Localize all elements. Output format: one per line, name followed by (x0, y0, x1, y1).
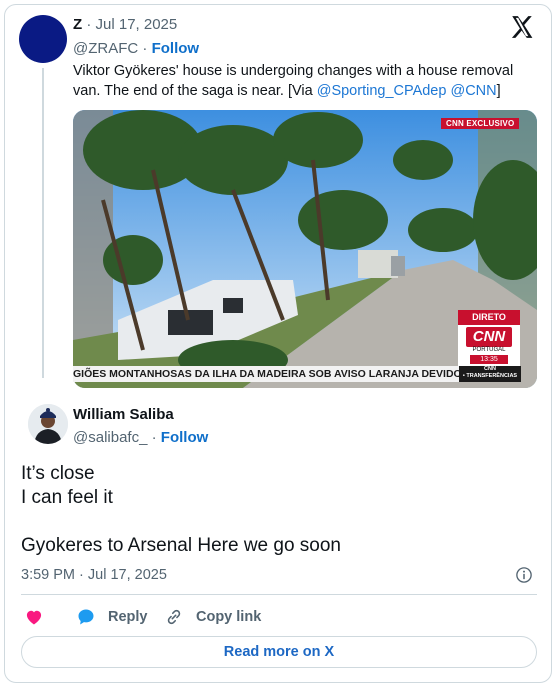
quoted-tweet-text: Viktor Gyökeres' house is undergoing cha… (73, 61, 528, 101)
quoted-author-name[interactable]: Z (73, 16, 82, 33)
info-icon[interactable] (515, 566, 533, 584)
cnn-logo: CNN (466, 327, 512, 347)
quoted-follow-button[interactable]: Follow (152, 40, 200, 57)
tweet-line: I can feel it (21, 487, 113, 508)
tweet-text: It’s close I can feel it Gyokeres to Ars… (21, 462, 521, 558)
x-logo-icon[interactable] (509, 14, 535, 40)
news-ticker: GIÕES MONTANHOSAS DA ILHA DA MADEIRA SOB… (73, 366, 459, 382)
author-name[interactable]: William Saliba (73, 406, 174, 423)
ticker-tag-cnn: CNN (484, 366, 496, 372)
cnn-exclusive-badge: CNN EXCLUSIVO (441, 118, 520, 129)
quoted-text-body: Viktor Gyökeres' house is undergoing cha… (73, 63, 514, 99)
quoted-author-line: Z · Jul 17, 2025 (73, 16, 178, 33)
quoted-avatar[interactable] (19, 15, 67, 63)
reply-button[interactable]: Reply (76, 607, 148, 627)
tweet-line: It’s close (21, 463, 95, 484)
cnn-logo-box: CNN PORTUGAL 13:35 (458, 325, 520, 366)
tweet-line (21, 510, 521, 534)
avatar-figure (28, 404, 68, 444)
cnn-time: 13:35 (470, 355, 508, 364)
link-icon (167, 609, 181, 625)
cnn-country: PORTUGAL (472, 347, 506, 353)
main-avatar[interactable] (28, 404, 68, 444)
follow-button[interactable]: Follow (161, 429, 209, 446)
reply-bubble-icon (78, 609, 94, 625)
ticker-tag-topic: • TRANSFERÊNCIAS (462, 373, 518, 379)
tweet-line: Gyokeres to Arsenal Here we go soon (21, 535, 342, 556)
reply-label: Reply (108, 609, 148, 625)
quoted-date[interactable]: Jul 17, 2025 (96, 16, 178, 33)
quoted-handle[interactable]: @ZRAFC (73, 40, 138, 57)
thread-line (42, 68, 44, 378)
read-more-button[interactable]: Read more on X (21, 636, 537, 668)
quoted-handle-line: @ZRAFC · Follow (73, 40, 200, 57)
ticker-tag: CNN • TRANSFERÊNCIAS (459, 366, 521, 382)
like-button[interactable] (24, 607, 56, 627)
quoted-text-end: ] (496, 83, 501, 99)
divider (21, 594, 537, 595)
tweet-timestamp[interactable]: 3:59 PM · Jul 17, 2025 (21, 567, 167, 583)
mention-sporting[interactable]: @Sporting_CPAdep (317, 83, 447, 99)
live-label: DIRETO (458, 310, 520, 325)
copy-link-button[interactable]: Copy link (164, 607, 261, 627)
copy-link-label: Copy link (196, 609, 262, 625)
mention-cnn[interactable]: @CNN (450, 83, 496, 99)
author-handle-line: @salibafc_ · Follow (73, 429, 209, 446)
heart-icon (26, 610, 42, 625)
author-handle[interactable]: @salibafc_ (73, 429, 147, 446)
cnn-live-bug: DIRETO CNN PORTUGAL 13:35 (458, 310, 520, 366)
